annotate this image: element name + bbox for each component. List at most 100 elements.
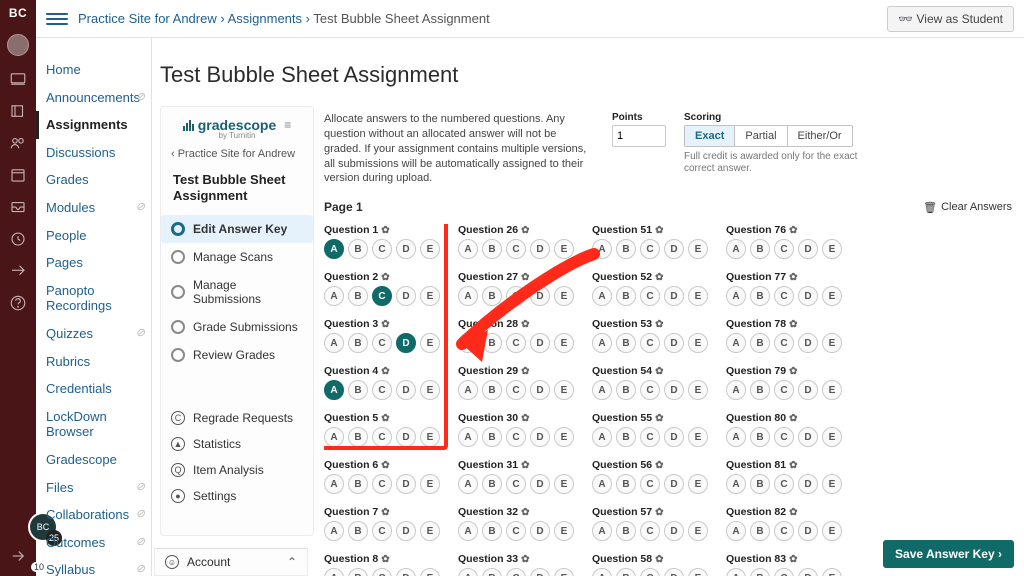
bubble-d[interactable]: D [396,521,416,541]
bubble-a[interactable]: A [324,380,344,400]
bubble-a[interactable]: A [592,568,612,576]
bubble-d[interactable]: D [530,239,550,259]
bubble-a[interactable]: A [458,521,478,541]
history-icon[interactable] [9,230,27,248]
bubble-b[interactable]: B [750,380,770,400]
gear-icon[interactable]: ✿ [655,554,663,565]
coursenav-pages[interactable]: Pages [36,249,151,277]
bubble-a[interactable]: A [592,380,612,400]
bubble-c[interactable]: C [774,521,794,541]
help-icon-wrap[interactable]: 10 [9,294,27,315]
bubble-b[interactable]: B [348,474,368,494]
bubble-a[interactable]: A [458,380,478,400]
scoring-partial[interactable]: Partial [735,126,787,146]
gear-icon[interactable]: ✿ [521,460,529,471]
bubble-a[interactable]: A [726,521,746,541]
bubble-b[interactable]: B [750,521,770,541]
panel-menu-icon[interactable]: ≡ [284,118,291,132]
inbox-icon[interactable] [9,198,27,216]
coursenav-people[interactable]: People [36,222,151,250]
step-manage-scans[interactable]: Manage Scans [161,243,313,271]
bubble-e[interactable]: E [554,239,574,259]
bubble-b[interactable]: B [750,286,770,306]
bubble-d[interactable]: D [664,286,684,306]
bubble-a[interactable]: A [458,286,478,306]
bubble-a[interactable]: A [324,427,344,447]
bubble-e[interactable]: E [420,521,440,541]
bubble-b[interactable]: B [482,427,502,447]
gear-icon[interactable]: ✿ [789,460,797,471]
bubble-a[interactable]: A [726,286,746,306]
bubble-b[interactable]: B [616,239,636,259]
bubble-b[interactable]: B [616,427,636,447]
scoring-exact[interactable]: Exact [685,126,735,146]
coursenav-quizzes[interactable]: Quizzes⊘ [36,320,151,348]
bubble-d[interactable]: D [530,380,550,400]
bubble-e[interactable]: E [554,521,574,541]
bubble-d[interactable]: D [798,474,818,494]
back-link[interactable]: ‹ Practice Site for Andrew [161,140,313,168]
tool-statistics[interactable]: ▲Statistics [161,431,313,457]
bubble-a[interactable]: A [592,286,612,306]
bubble-c[interactable]: C [774,427,794,447]
scoring-either[interactable]: Either/Or [788,126,852,146]
coursenav-credentials[interactable]: Credentials [36,375,151,403]
bubble-c[interactable]: C [774,474,794,494]
coursenav-discussions[interactable]: Discussions [36,139,151,167]
gear-icon[interactable]: ✿ [655,460,663,471]
gear-icon[interactable]: ✿ [381,413,389,424]
bubble-e[interactable]: E [420,427,440,447]
gear-icon[interactable]: ✿ [521,225,529,236]
bubble-d[interactable]: D [530,286,550,306]
bubble-d[interactable]: D [664,521,684,541]
account-avatar[interactable] [7,34,29,56]
coursenav-rubrics[interactable]: Rubrics [36,348,151,376]
bubble-d[interactable]: D [664,380,684,400]
bubble-e[interactable]: E [822,521,842,541]
gear-icon[interactable]: ✿ [521,319,529,330]
gear-icon[interactable]: ✿ [655,319,663,330]
bubble-a[interactable]: A [324,333,344,353]
bubble-d[interactable]: D [396,568,416,576]
bubble-e[interactable]: E [688,521,708,541]
bubble-b[interactable]: B [616,286,636,306]
coursenav-home[interactable]: Home [36,56,151,84]
bubble-e[interactable]: E [822,568,842,576]
bubble-c[interactable]: C [774,380,794,400]
bubble-c[interactable]: C [640,474,660,494]
coursenav-assignments[interactable]: Assignments [36,111,151,139]
tool-item-analysis[interactable]: QItem Analysis [161,457,313,483]
bubble-b[interactable]: B [348,239,368,259]
bubble-c[interactable]: C [372,568,392,576]
bubble-e[interactable]: E [688,568,708,576]
bubble-b[interactable]: B [750,474,770,494]
bubble-a[interactable]: A [726,380,746,400]
bubble-c[interactable]: C [774,568,794,576]
gear-icon[interactable]: ✿ [655,413,663,424]
bubble-c[interactable]: C [372,427,392,447]
bubble-e[interactable]: E [554,286,574,306]
bubble-b[interactable]: B [482,286,502,306]
gear-icon[interactable]: ✿ [521,554,529,565]
bubble-d[interactable]: D [798,427,818,447]
bubble-e[interactable]: E [420,474,440,494]
collapse-rail-icon[interactable] [9,547,27,568]
step-edit-answer-key[interactable]: Edit Answer Key [161,215,313,243]
bubble-e[interactable]: E [420,286,440,306]
gear-icon[interactable]: ✿ [381,272,389,283]
bubble-a[interactable]: A [592,521,612,541]
bubble-d[interactable]: D [530,568,550,576]
bubble-e[interactable]: E [688,333,708,353]
bubble-a[interactable]: A [458,333,478,353]
bubble-a[interactable]: A [726,333,746,353]
bubble-c[interactable]: C [640,333,660,353]
gear-icon[interactable]: ✿ [789,225,797,236]
bubble-b[interactable]: B [616,474,636,494]
bubble-b[interactable]: B [348,286,368,306]
bubble-b[interactable]: B [482,239,502,259]
dashboard-icon[interactable] [9,70,27,88]
bubble-a[interactable]: A [324,286,344,306]
bubble-a[interactable]: A [458,568,478,576]
bubble-c[interactable]: C [640,239,660,259]
bubble-b[interactable]: B [616,380,636,400]
